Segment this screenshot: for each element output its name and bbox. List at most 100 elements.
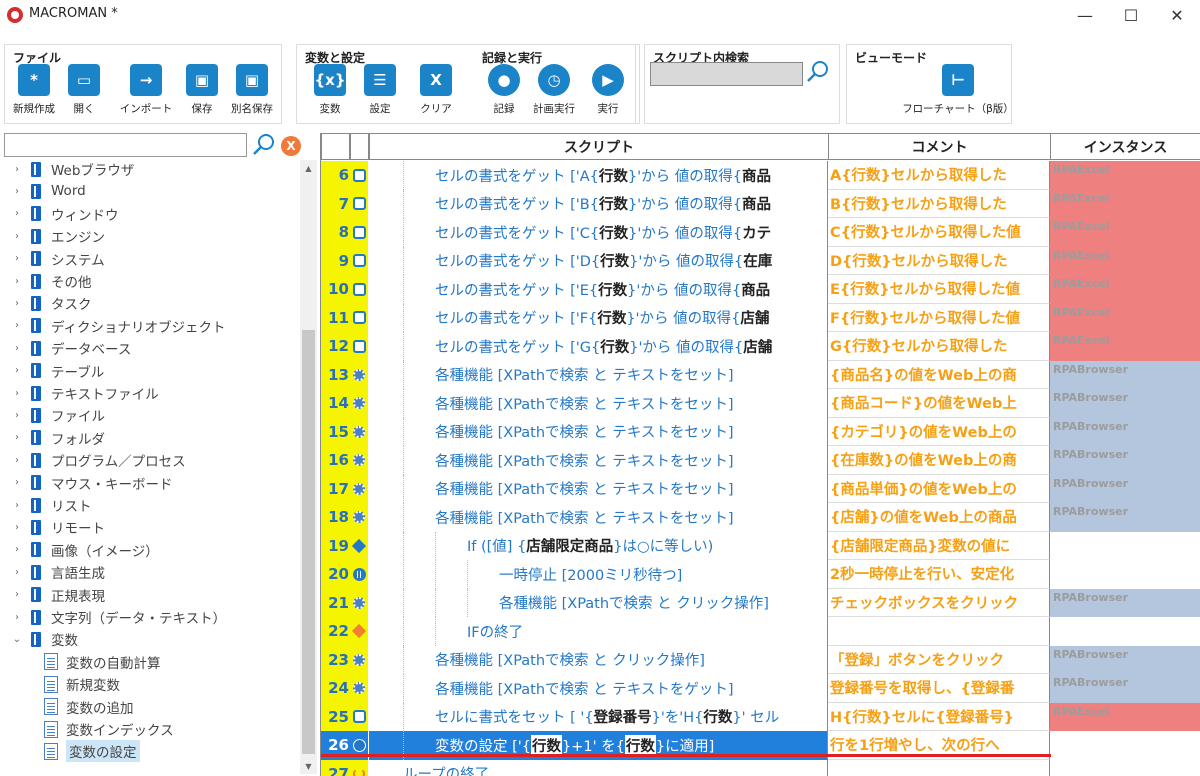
row-number[interactable]: 25 [321, 702, 350, 731]
expand-toggle-icon[interactable]: › [10, 343, 24, 354]
instance-cell[interactable]: RPAExcel [1050, 702, 1200, 731]
expand-toggle-icon[interactable]: › [10, 208, 24, 219]
script-cell[interactable]: 各種機能 [XPathで検索 と テキストをセット] [369, 503, 828, 532]
script-cell[interactable]: 各種機能 [XPathで検索 と テキストをセット] [369, 360, 828, 389]
script-row[interactable]: 17 各種機能 [XPathで検索 と テキストをセット] {商品単価}の値をWeb… [321, 474, 1200, 503]
instance-cell[interactable] [1050, 560, 1200, 589]
tree-command[interactable]: 変数の自動計算 [44, 651, 161, 673]
script-cell[interactable]: 各種機能 [XPathで検索 と テキストをセット] [369, 446, 828, 475]
script-cell[interactable]: IFの終了 [369, 617, 828, 646]
row-number[interactable]: 11 [321, 303, 350, 332]
maximize-button[interactable]: ☐ [1108, 0, 1154, 30]
script-search-input[interactable] [650, 62, 803, 86]
instance-cell[interactable]: RPABrowser [1050, 474, 1200, 503]
script-cell[interactable]: 各種機能 [XPathで検索 と テキストをセット] [369, 417, 828, 446]
comment-cell[interactable]: {店舗限定商品}変数の値に [828, 531, 1050, 560]
row-number[interactable]: 17 [321, 474, 350, 503]
comment-cell[interactable]: {商品単価}の値をWeb上の [828, 474, 1050, 503]
comment-cell[interactable]: 「登録」ボタンをクリック [828, 645, 1050, 674]
row-number[interactable]: 8 [321, 218, 350, 247]
row-number[interactable]: 12 [321, 332, 350, 361]
script-cell[interactable]: 一時停止 [2000ミリ秒待つ] [369, 560, 828, 589]
row-number[interactable]: 15 [321, 417, 350, 446]
comment-cell[interactable]: E{行数}セルから取得した値 [828, 275, 1050, 304]
expand-toggle-icon[interactable]: › [10, 164, 24, 175]
script-cell[interactable]: ループの終了 [369, 759, 828, 776]
script-row[interactable]: 11 セルの書式をゲット ['F{行数}'から 値の取得{店舗 F{行数}セルから取… [321, 303, 1200, 332]
comment-cell[interactable]: F{行数}セルから取得した値 [828, 303, 1050, 332]
comment-cell[interactable] [828, 759, 1050, 776]
script-row[interactable]: 27 ループの終了 [321, 759, 1200, 776]
comment-cell[interactable]: A{行数}セルから取得した [828, 161, 1050, 190]
tree-scrollbar[interactable]: ▲ ▼ [300, 160, 317, 774]
instance-cell[interactable] [1050, 531, 1200, 560]
expand-toggle-icon[interactable]: › [10, 276, 24, 287]
script-row[interactable]: 6 セルの書式をゲット ['A{行数}'から 値の取得{商品 A{行数}セルから取得… [321, 161, 1200, 190]
script-row[interactable]: 25 セルに書式をセット [ '{登録番号}'を'H{行数}' セル H{行数}セル… [321, 702, 1200, 731]
row-number[interactable]: 22 [321, 617, 350, 646]
comment-cell[interactable]: 2秒一時停止を行い、安定化 [828, 560, 1050, 589]
comment-cell[interactable]: C{行数}セルから取得した値 [828, 218, 1050, 247]
comment-cell[interactable]: H{行数}セルに{登録番号} [828, 702, 1050, 731]
instance-cell[interactable]: RPAExcel [1050, 275, 1200, 304]
scroll-down-arrow-icon[interactable]: ▼ [300, 758, 317, 774]
comment-cell[interactable]: D{行数}セルから取得した [828, 246, 1050, 275]
instance-cell[interactable] [1050, 617, 1200, 646]
expand-toggle-icon[interactable]: › [10, 522, 24, 533]
expand-toggle-icon[interactable]: › [10, 186, 24, 197]
tree-category[interactable]: › リスト [4, 494, 92, 516]
tree-category[interactable]: › 言語生成 [4, 561, 105, 583]
ribbon-button-1-2[interactable]: X クリア [406, 64, 466, 116]
search-icon[interactable] [252, 133, 276, 157]
instance-cell[interactable]: RPABrowser [1050, 588, 1200, 617]
row-number[interactable]: 14 [321, 389, 350, 418]
comment-cell[interactable]: 登録番号を取得し、{登録番 [828, 674, 1050, 703]
row-number[interactable]: 18 [321, 503, 350, 532]
script-cell[interactable]: セルの書式をゲット ['G{行数}'から 値の取得{店舗 [369, 332, 828, 361]
script-cell[interactable]: 各種機能 [XPathで検索 と クリック操作] [369, 645, 828, 674]
comment-cell[interactable]: {商品名}の値をWeb上の商 [828, 360, 1050, 389]
tree-category[interactable]: › 文字列（データ・テキスト） [4, 606, 226, 628]
row-number[interactable]: 20 [321, 560, 350, 589]
row-number[interactable]: 21 [321, 588, 350, 617]
script-cell[interactable]: セルの書式をゲット ['A{行数}'から 値の取得{商品 [369, 161, 828, 190]
tree-category[interactable]: › 画像（イメージ） [4, 539, 159, 561]
instance-cell[interactable]: RPAExcel [1050, 246, 1200, 275]
tree-category[interactable]: › プログラム／プロセス [4, 449, 186, 471]
instance-cell[interactable] [1050, 759, 1200, 776]
instance-cell[interactable]: RPABrowser [1050, 446, 1200, 475]
instance-cell[interactable]: RPABrowser [1050, 360, 1200, 389]
script-cell[interactable]: セルの書式をゲット ['E{行数}'から 値の取得{商品 [369, 275, 828, 304]
comment-cell[interactable]: {在庫数}の値をWeb上の商 [828, 446, 1050, 475]
script-row[interactable]: 13 各種機能 [XPathで検索 と テキストをセット] {商品名}の値をWeb上… [321, 360, 1200, 389]
ribbon-button-1-1[interactable]: ☰ 設定 [350, 64, 410, 116]
ribbon-button-2-2[interactable]: ▶ 実行 [578, 64, 638, 116]
command-search-input[interactable] [4, 133, 247, 157]
script-row[interactable]: 23 各種機能 [XPathで検索 と クリック操作] 「登録」ボタンをクリック RP… [321, 645, 1200, 674]
ribbon-button-4-0[interactable]: ⊢ フローチャート（β版） [898, 64, 1018, 116]
tree-category[interactable]: › リモート [4, 516, 105, 538]
tree-category[interactable]: › システム [4, 248, 105, 270]
expand-toggle-icon[interactable]: › [10, 455, 24, 466]
row-number[interactable]: 9 [321, 246, 350, 275]
comment-cell[interactable]: チェックボックスをクリック [828, 588, 1050, 617]
script-cell[interactable]: 各種機能 [XPathで検索 と テキストをセット] [369, 389, 828, 418]
row-number[interactable]: 19 [321, 531, 350, 560]
scrollbar-thumb[interactable] [302, 330, 315, 754]
clear-search-button[interactable]: X [281, 136, 301, 156]
script-cell[interactable]: セルの書式をゲット ['D{行数}'から 値の取得{在庫 [369, 246, 828, 275]
row-number[interactable]: 16 [321, 446, 350, 475]
script-row[interactable]: 18 各種機能 [XPathで検索 と テキストをセット] {店舗}の値をWeb上の… [321, 503, 1200, 532]
tree-category[interactable]: › エンジン [4, 225, 105, 247]
script-row[interactable]: 10 セルの書式をゲット ['E{行数}'から 値の取得{商品 E{行数}セルから取… [321, 275, 1200, 304]
expand-toggle-icon[interactable]: › [10, 612, 24, 623]
row-number[interactable]: 7 [321, 189, 350, 218]
expand-toggle-icon[interactable]: › [10, 500, 24, 511]
tree-category[interactable]: › タスク [4, 292, 92, 314]
ribbon-button-0-1[interactable]: ▭ 開く [54, 64, 114, 116]
instance-cell[interactable]: RPAExcel [1050, 332, 1200, 361]
tree-command[interactable]: 変数インデックス [44, 718, 174, 740]
instance-cell[interactable]: RPABrowser [1050, 503, 1200, 532]
row-number[interactable]: 23 [321, 645, 350, 674]
script-cell[interactable]: セルの書式をゲット ['C{行数}'から 値の取得{カテ [369, 218, 828, 247]
